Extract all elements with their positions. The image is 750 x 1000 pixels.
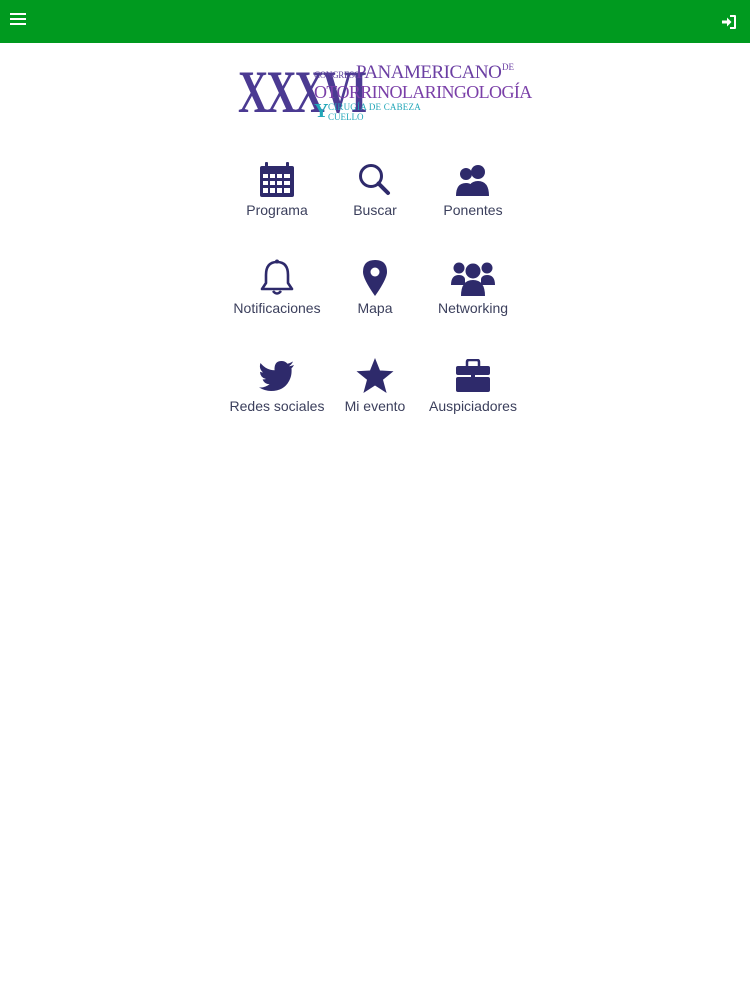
map-marker-icon [363,260,387,296]
logo-cirugia: CIRUGÍA DE CABEZA [328,102,421,112]
menu-item-auspiciadores[interactable]: Auspiciadores [424,356,522,426]
menu-item-networking[interactable]: Networking [424,258,522,328]
menu-item-notificaciones[interactable]: Notificaciones [228,258,326,328]
menu-item-label: Auspiciadores [429,398,517,414]
group-icon [451,262,495,296]
logo-de: DE [502,62,514,72]
menu-item-programa[interactable]: Programa [228,160,326,230]
congress-logo: XXXVI CONGRESO PANAMERICANO DE OTORRINOL… [238,60,532,126]
menu-item-mi-evento[interactable]: Mi evento [326,356,424,426]
menu-item-buscar[interactable]: Buscar [326,160,424,230]
logo-congreso: CONGRESO [314,70,361,80]
top-app-bar [0,0,750,43]
briefcase-icon [456,359,490,392]
calendar-icon [260,162,294,197]
star-icon [356,358,394,393]
logo-cuello: CUELLO [328,112,364,122]
logo-otorrino: OTORRINOLARINGOLOGÍA [314,82,532,102]
logo-y: Y [314,100,329,122]
hamburger-menu-icon[interactable] [10,13,26,29]
twitter-icon [259,361,294,391]
users-icon [456,165,489,196]
menu-item-redes-sociales[interactable]: Redes sociales [228,356,326,426]
menu-item-label: Networking [437,300,509,316]
logo-panamericano: PANAMERICANO [356,62,502,83]
menu-item-label: Ponentes [443,202,503,218]
bell-icon [260,259,294,295]
sign-in-icon[interactable] [720,13,738,31]
search-icon [359,164,390,195]
menu-item-ponentes[interactable]: Ponentes [424,160,522,230]
menu-item-mapa[interactable]: Mapa [326,258,424,328]
